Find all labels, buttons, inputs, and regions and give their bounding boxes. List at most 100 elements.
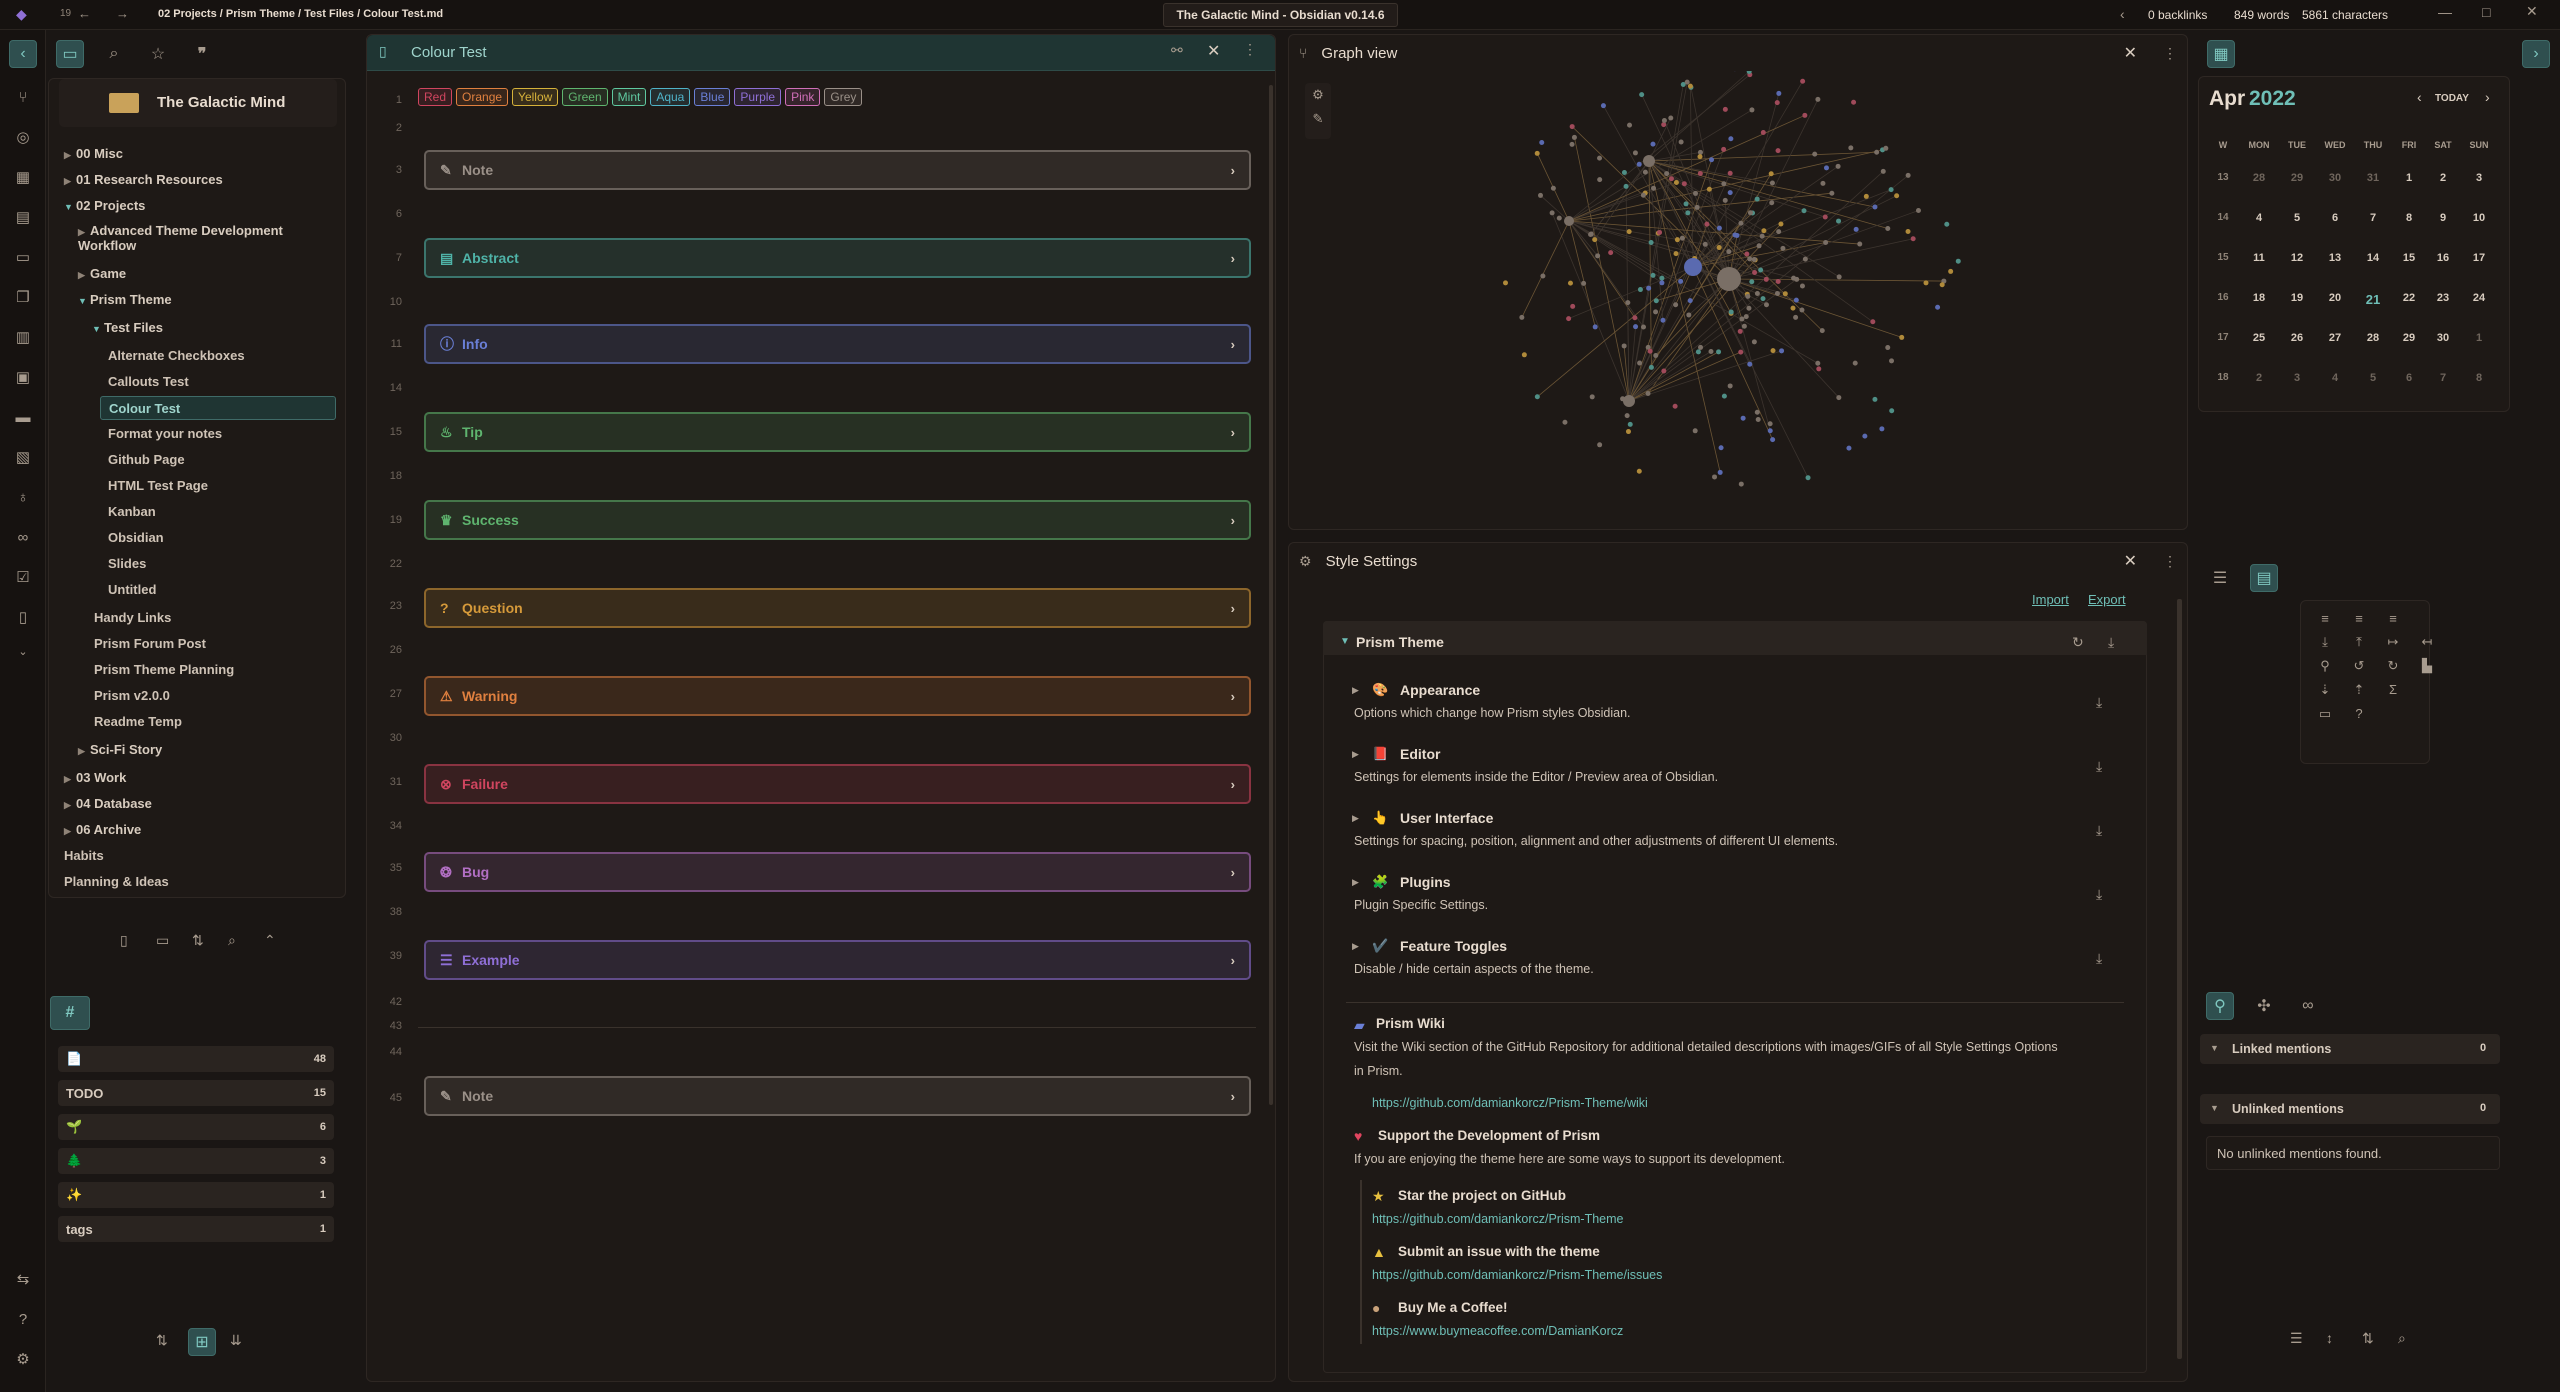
back-arrow-icon[interactable]: ← xyxy=(78,6,91,21)
graph-node[interactable] xyxy=(1659,280,1665,286)
graph-node[interactable] xyxy=(1636,161,1642,167)
graph-node[interactable] xyxy=(1885,226,1891,232)
callout-warning[interactable]: ⚠ Warning › xyxy=(424,676,1251,716)
chevron-left-icon[interactable]: ‹ xyxy=(2120,6,2125,22)
graph-node[interactable] xyxy=(1538,192,1544,198)
folder-item[interactable]: ▶ Sci-Fi Story xyxy=(78,742,162,757)
inbox-icon[interactable]: ▬ xyxy=(13,408,33,428)
graph-node[interactable] xyxy=(1799,283,1805,289)
csv-icon[interactable]: ▭ xyxy=(2313,706,2337,722)
graph-node[interactable] xyxy=(1728,309,1734,315)
graph-node[interactable] xyxy=(1692,428,1698,434)
next-month-icon[interactable]: › xyxy=(2485,89,2490,105)
graph-node[interactable] xyxy=(1948,268,1954,274)
today-button[interactable]: TODAY xyxy=(2435,93,2469,104)
graph-node[interactable] xyxy=(1802,112,1808,118)
settings-gear-icon[interactable]: ⚙ xyxy=(13,1350,33,1370)
graph-node[interactable] xyxy=(1793,314,1799,320)
graph-node[interactable] xyxy=(1521,352,1527,358)
graph-node[interactable] xyxy=(1637,287,1643,293)
calendar-day[interactable]: 25 xyxy=(2242,332,2276,344)
calendar-day[interactable]: 18 xyxy=(2242,292,2276,304)
align-center-icon[interactable]: ≡ xyxy=(2347,611,2371,626)
graph-node[interactable] xyxy=(1775,278,1781,284)
calendar-day[interactable]: 27 xyxy=(2318,332,2352,344)
graph-node[interactable] xyxy=(1763,302,1769,308)
graph-node[interactable] xyxy=(1549,210,1555,216)
graph-node[interactable] xyxy=(1539,140,1545,146)
vault-header[interactable]: The Galactic Mind xyxy=(59,79,337,127)
file-item[interactable]: Kanban xyxy=(108,504,156,519)
graph-node[interactable] xyxy=(1889,358,1895,364)
file-item[interactable]: Prism Forum Post xyxy=(94,636,206,651)
calendar-day[interactable]: 29 xyxy=(2392,332,2426,344)
close-graph-icon[interactable]: ✕ xyxy=(2124,43,2137,63)
graph-node[interactable] xyxy=(1562,419,1568,425)
callout-example[interactable]: ☰ Example › xyxy=(424,940,1251,980)
calendar-day[interactable]: 31 xyxy=(2356,172,2390,184)
align-left-icon[interactable]: ≡ xyxy=(2313,611,2337,626)
graph-node[interactable] xyxy=(1819,328,1825,334)
graph-node[interactable] xyxy=(1639,92,1645,98)
graph-node[interactable] xyxy=(1812,151,1818,157)
collapse-all-icon[interactable]: ⌃ xyxy=(264,932,276,949)
graph-node[interactable] xyxy=(1880,168,1886,174)
graph-node[interactable] xyxy=(1721,181,1727,187)
graph-node[interactable] xyxy=(1820,180,1826,186)
calendar-day[interactable]: 3 xyxy=(2462,172,2496,184)
graph-node[interactable] xyxy=(1687,298,1693,304)
folder-item[interactable]: ▶ 00 Misc xyxy=(64,146,123,161)
graph-node[interactable] xyxy=(1627,421,1633,427)
group-title[interactable]: Editor xyxy=(1400,746,1440,762)
templates-icon[interactable]: ❐ xyxy=(13,288,33,308)
graph-node[interactable] xyxy=(1767,428,1773,434)
callout-question[interactable]: ? Question › xyxy=(424,588,1251,628)
graph-node[interactable] xyxy=(1848,145,1854,151)
graph-node[interactable] xyxy=(1836,395,1842,401)
graph-node[interactable] xyxy=(1935,304,1941,310)
graph-node[interactable] xyxy=(1955,258,1961,264)
file-item[interactable]: Slides xyxy=(108,556,146,571)
caret-right-icon[interactable]: ▶ xyxy=(1352,813,1359,824)
graph-node[interactable] xyxy=(1799,307,1805,313)
calendar-day[interactable]: 24 xyxy=(2462,292,2496,304)
group-title[interactable]: Plugins xyxy=(1400,874,1451,890)
layout-tab-icon[interactable]: ▤ xyxy=(2250,564,2278,592)
chevron-right-icon[interactable]: › xyxy=(1231,337,1235,352)
more-options-icon[interactable]: ⋮ xyxy=(2163,553,2177,570)
graph-node[interactable] xyxy=(1727,170,1733,176)
graph-node[interactable] xyxy=(1660,317,1666,323)
file-item[interactable]: Format your notes xyxy=(108,426,222,441)
calendar-day[interactable]: 2 xyxy=(2242,372,2276,384)
calendar-day[interactable]: 22 xyxy=(2392,292,2426,304)
graph-node[interactable] xyxy=(1650,272,1656,278)
folder-item[interactable]: ▶ 06 Archive xyxy=(64,822,141,837)
graph-node[interactable] xyxy=(1694,204,1700,210)
chevron-right-icon[interactable]: › xyxy=(1231,1089,1235,1104)
wiki-link[interactable]: https://github.com/damiankorcz/Prism-The… xyxy=(1372,1096,1648,1110)
graph-node[interactable] xyxy=(1621,343,1627,349)
graph-node[interactable] xyxy=(1683,201,1689,207)
graph-node[interactable] xyxy=(1874,149,1880,155)
graph-node[interactable] xyxy=(1636,468,1642,474)
callout-note[interactable]: ✎ Note › xyxy=(424,1076,1251,1116)
new-folder-icon[interactable]: ▭ xyxy=(156,932,169,949)
graph-node[interactable] xyxy=(1778,221,1784,227)
tag-row[interactable]: ✨ 1 xyxy=(58,1182,334,1208)
sort-asc-icon[interactable]: ⇣ xyxy=(2313,682,2337,698)
calendar-day[interactable]: 12 xyxy=(2280,252,2314,264)
align-bottom-icon[interactable]: ⤓ xyxy=(2313,634,2337,650)
graph-node[interactable] xyxy=(1653,309,1659,315)
chevron-right-icon[interactable]: › xyxy=(1231,425,1235,440)
graph-node[interactable] xyxy=(1758,267,1764,273)
graph-node[interactable] xyxy=(1697,149,1703,155)
chevron-right-icon[interactable]: › xyxy=(1231,251,1235,266)
graph-node[interactable] xyxy=(1774,291,1780,297)
graph-node[interactable] xyxy=(1734,232,1740,238)
graph-node[interactable] xyxy=(1780,245,1786,251)
graph-node[interactable] xyxy=(1740,415,1746,421)
graph-node[interactable] xyxy=(1775,148,1781,154)
calendar-day[interactable]: 7 xyxy=(2426,372,2460,384)
calendar-day[interactable]: 19 xyxy=(2280,292,2314,304)
callout-tip[interactable]: ♨ Tip › xyxy=(424,412,1251,452)
